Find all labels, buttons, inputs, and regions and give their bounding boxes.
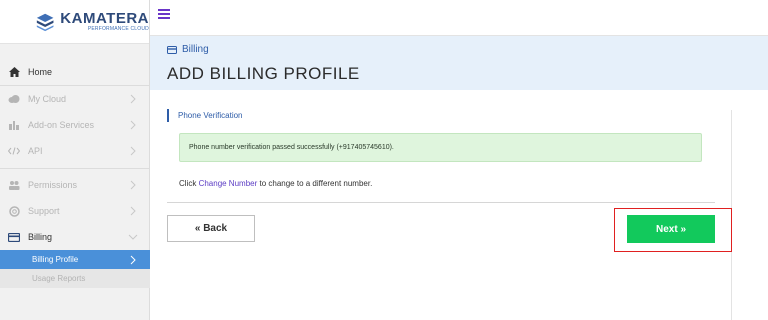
breadcrumb-label: Billing bbox=[182, 44, 209, 55]
hamburger-icon[interactable] bbox=[158, 9, 170, 19]
sidebar-item-api[interactable]: API bbox=[0, 138, 150, 164]
next-button[interactable]: Next » bbox=[627, 215, 715, 243]
chevron-down-icon bbox=[128, 234, 138, 240]
top-bar bbox=[150, 0, 768, 36]
sidebar-subitem-label: Usage Reports bbox=[32, 274, 86, 283]
sidebar: KAMATERA PERFORMANCE CLOUD Home My Cloud… bbox=[0, 0, 150, 320]
sidebar-item-home[interactable]: Home bbox=[0, 59, 150, 85]
sidebar-item-label: Home bbox=[28, 67, 53, 77]
page-title: ADD BILLING PROFILE bbox=[167, 64, 360, 83]
chevron-right-icon bbox=[130, 206, 136, 216]
sidebar-item-label: API bbox=[28, 146, 43, 156]
sidebar-item-label: Support bbox=[28, 206, 60, 216]
page-header: Billing ADD BILLING PROFILE bbox=[150, 36, 768, 90]
sidebar-item-add-on-services[interactable]: Add-on Services bbox=[0, 112, 150, 138]
sidebar-item-support[interactable]: Support bbox=[0, 198, 150, 224]
breadcrumb[interactable]: Billing bbox=[167, 44, 209, 55]
sidebar-item-label: My Cloud bbox=[28, 94, 67, 104]
chevron-right-icon bbox=[130, 255, 136, 265]
sidebar-item-label: Add-on Services bbox=[28, 120, 95, 130]
support-icon bbox=[8, 205, 20, 217]
success-message: Phone number verification passed success… bbox=[189, 144, 394, 151]
tools-icon bbox=[8, 119, 20, 131]
code-icon bbox=[8, 145, 20, 157]
divider bbox=[0, 168, 150, 169]
chevron-right-icon bbox=[130, 94, 136, 104]
logo[interactable]: KAMATERA PERFORMANCE CLOUD bbox=[0, 0, 149, 44]
info-suffix: to change to a different number. bbox=[257, 179, 373, 188]
chevron-right-icon bbox=[130, 120, 136, 130]
sidebar-item-label: Permissions bbox=[28, 180, 78, 190]
sidebar-item-permissions[interactable]: Permissions bbox=[0, 172, 150, 198]
sidebar-subitem-label: Billing Profile bbox=[32, 255, 79, 264]
home-icon bbox=[8, 66, 20, 78]
sidebar-item-label: Billing bbox=[28, 232, 53, 242]
kamatera-logo-icon bbox=[36, 13, 54, 31]
chevron-right-icon bbox=[130, 146, 136, 156]
sidebar-nav: Home My Cloud Add-on Services API Permis… bbox=[0, 59, 150, 288]
sidebar-item-billing[interactable]: Billing bbox=[0, 224, 150, 250]
brand-name: KAMATERA bbox=[60, 10, 149, 27]
section-label: Phone Verification bbox=[167, 109, 243, 122]
sidebar-subitem-usage-reports[interactable]: Usage Reports bbox=[0, 269, 150, 288]
brand-tagline: PERFORMANCE CLOUD bbox=[87, 26, 149, 32]
credit-card-icon bbox=[8, 231, 20, 243]
change-number-info: Click Change Number to change to a diffe… bbox=[179, 179, 372, 188]
change-number-link[interactable]: Change Number bbox=[199, 179, 258, 188]
users-icon bbox=[8, 179, 20, 191]
sidebar-item-my-cloud[interactable]: My Cloud bbox=[0, 86, 150, 112]
credit-card-icon bbox=[167, 45, 177, 54]
info-prefix: Click bbox=[179, 179, 199, 188]
sidebar-subitem-billing-profile[interactable]: Billing Profile bbox=[0, 250, 150, 269]
back-button[interactable]: « Back bbox=[167, 215, 255, 242]
success-alert: Phone number verification passed success… bbox=[179, 133, 702, 162]
divider bbox=[167, 202, 715, 203]
cloud-icon bbox=[8, 93, 20, 105]
chevron-right-icon bbox=[130, 180, 136, 190]
